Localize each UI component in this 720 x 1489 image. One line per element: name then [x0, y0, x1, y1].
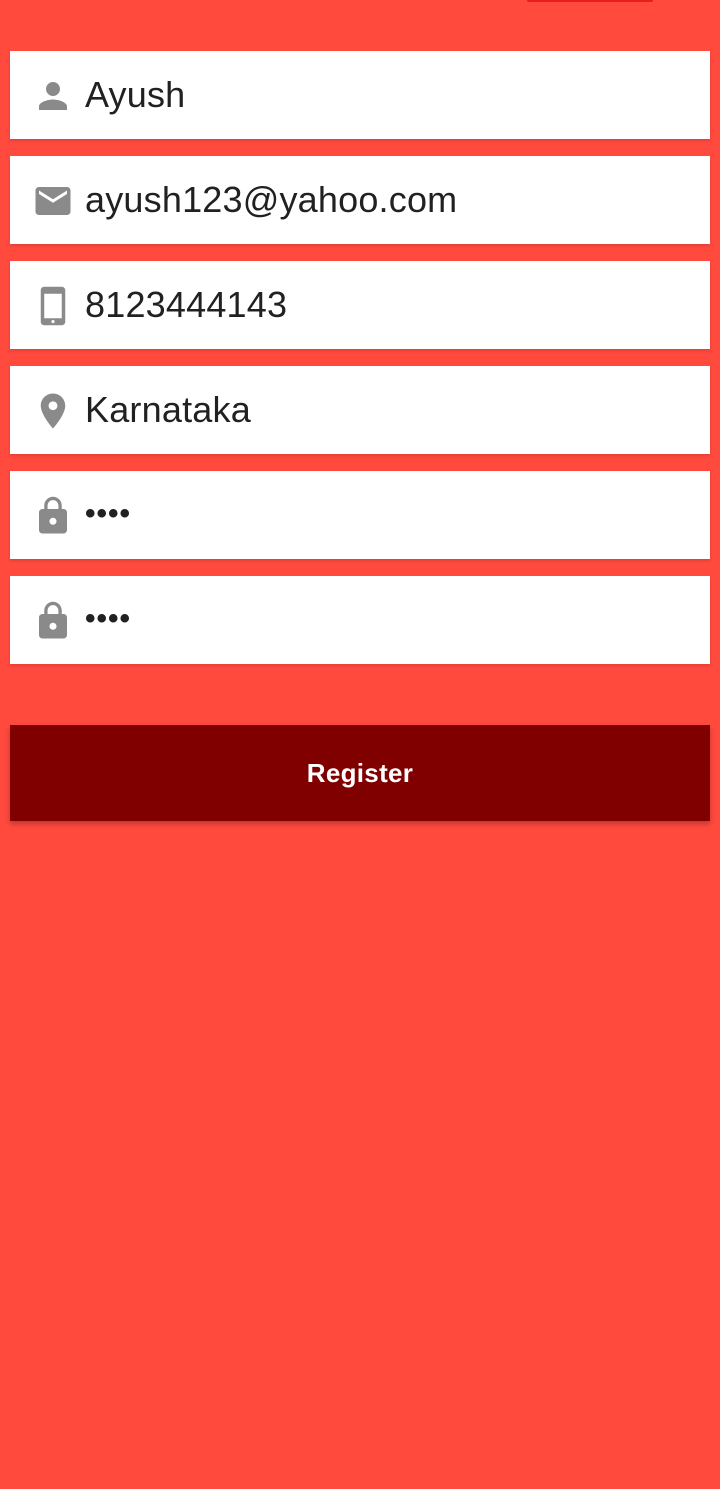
email-icon — [35, 187, 71, 215]
password-value: •••• — [85, 497, 132, 530]
smartphone-icon — [40, 286, 66, 326]
top-accent-bar — [527, 0, 653, 2]
email-field[interactable]: ayush123@yahoo.com — [10, 156, 710, 244]
location-pin-icon — [40, 393, 66, 429]
location-field[interactable]: Karnataka — [10, 366, 710, 454]
confirm-password-value: •••• — [85, 602, 132, 635]
lock-icon — [39, 601, 67, 639]
email-value: ayush123@yahoo.com — [85, 179, 458, 220]
register-screen: Ayush ayush123@yahoo.com 8123444143 Karn… — [0, 0, 720, 1489]
name-field[interactable]: Ayush — [10, 51, 710, 139]
person-icon — [39, 82, 67, 110]
name-value: Ayush — [85, 74, 186, 115]
lock-icon — [39, 496, 67, 534]
phone-field[interactable]: 8123444143 — [10, 261, 710, 349]
location-value: Karnataka — [85, 389, 251, 430]
phone-value: 8123444143 — [85, 284, 288, 325]
confirm-password-field[interactable]: •••• — [10, 576, 710, 664]
password-field[interactable]: •••• — [10, 471, 710, 559]
register-button[interactable]: Register — [10, 725, 710, 821]
